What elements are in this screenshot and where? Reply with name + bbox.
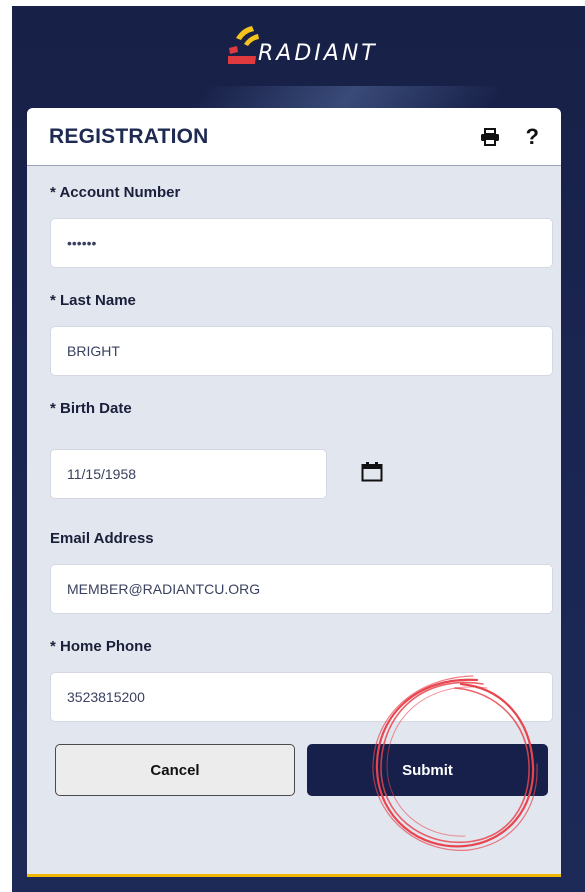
home-phone-label: * Home Phone bbox=[50, 638, 152, 655]
birth-date-label: * Birth Date bbox=[50, 400, 132, 417]
radiant-logo: RADIANT bbox=[226, 22, 386, 72]
last-name-field[interactable]: BRIGHT bbox=[50, 326, 553, 376]
account-number-field[interactable]: •••••• bbox=[50, 218, 553, 268]
last-name-label: * Last Name bbox=[50, 292, 136, 309]
print-icon[interactable] bbox=[480, 127, 500, 146]
header-actions: ? bbox=[480, 125, 539, 148]
calendar-icon[interactable] bbox=[361, 462, 383, 487]
app-background: RADIANT REGISTRATION ? * Account Number … bbox=[12, 6, 585, 892]
home-phone-field[interactable]: 3523815200 bbox=[50, 672, 553, 722]
radiant-logo-icon bbox=[228, 26, 259, 64]
page-title: REGISTRATION bbox=[49, 124, 209, 148]
help-icon[interactable]: ? bbox=[526, 125, 539, 148]
birth-date-field[interactable]: 11/15/1958 bbox=[50, 449, 327, 499]
account-number-label: * Account Number bbox=[50, 184, 181, 201]
cancel-button[interactable]: Cancel bbox=[55, 744, 295, 796]
email-label: Email Address bbox=[50, 530, 154, 547]
card-header: REGISTRATION ? bbox=[27, 108, 561, 166]
registration-card: REGISTRATION ? * Account Number •••••• *… bbox=[27, 108, 561, 877]
submit-button[interactable]: Submit bbox=[307, 744, 548, 796]
email-field[interactable]: MEMBER@RADIANTCU.ORG bbox=[50, 564, 553, 614]
logo-text: RADIANT bbox=[258, 40, 378, 66]
